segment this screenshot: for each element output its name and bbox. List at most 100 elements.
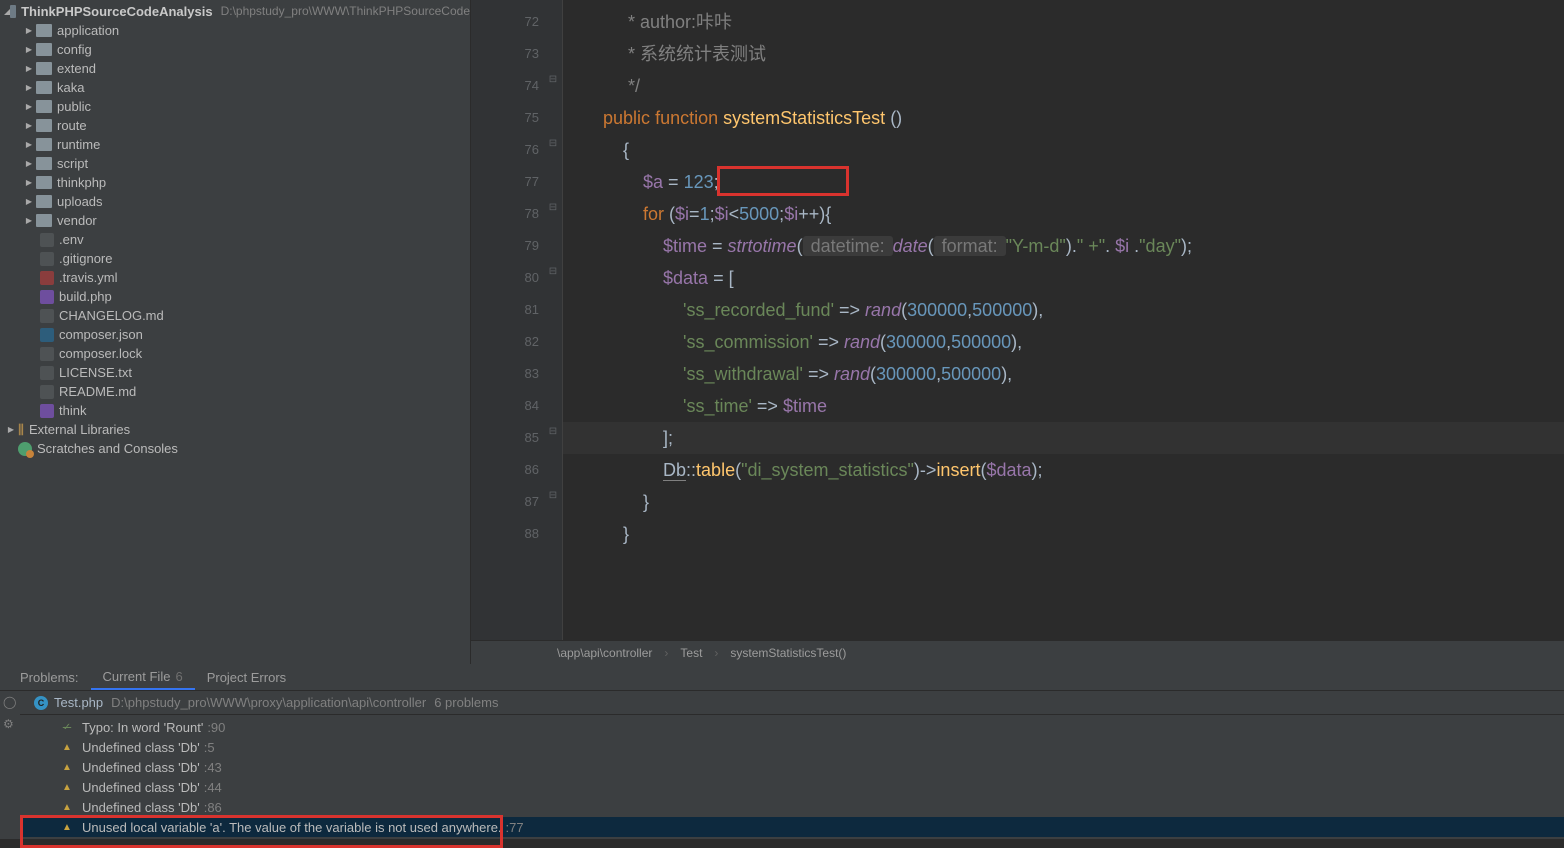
chevron-right-icon[interactable] (22, 119, 36, 133)
project-root[interactable]: ThinkPHPSourceCodeAnalysis D:\phpstudy_p… (0, 2, 470, 21)
line-number[interactable]: 80 (471, 262, 539, 294)
fold-mark-icon[interactable]: ⊟ (548, 490, 558, 500)
line-number[interactable]: 84 (471, 390, 539, 422)
tree-file[interactable]: .travis.yml (0, 268, 470, 287)
code-line[interactable]: * 系统统计表测试 (563, 38, 1564, 70)
tree-folder[interactable]: vendor (0, 211, 470, 230)
code-line[interactable]: */ (563, 70, 1564, 102)
code-editor[interactable]: ⊟ ⊟ ⊟ ⊟ ⊟ ⊟ 7273747576777879808182838485… (471, 0, 1564, 640)
tree-file[interactable]: composer.json (0, 325, 470, 344)
fold-column[interactable]: ⊟ ⊟ ⊟ ⊟ ⊟ ⊟ (545, 0, 563, 640)
code-line[interactable]: Db::table("di_system_statistics")->inser… (563, 454, 1564, 486)
fold-mark-icon[interactable]: ⊟ (548, 138, 558, 148)
tree-file[interactable]: composer.lock (0, 344, 470, 363)
tree-file[interactable]: .gitignore (0, 249, 470, 268)
tree-file[interactable]: README.md (0, 382, 470, 401)
tree-folder[interactable]: runtime (0, 135, 470, 154)
chevron-right-icon[interactable] (22, 81, 36, 95)
main-split: ThinkPHPSourceCodeAnalysis D:\phpstudy_p… (0, 0, 1564, 664)
problem-item[interactable]: Undefined class 'Db' :43 (20, 757, 1564, 777)
line-number[interactable]: 77 (471, 166, 539, 198)
chevron-right-icon[interactable] (22, 100, 36, 114)
line-number[interactable]: 75 (471, 102, 539, 134)
chevron-right-icon[interactable] (22, 62, 36, 76)
tree-folder[interactable]: thinkphp (0, 173, 470, 192)
tree-file[interactable]: think (0, 401, 470, 420)
code-line[interactable]: { (563, 134, 1564, 166)
problem-item[interactable]: Unused local variable 'a'. The value of … (20, 817, 1564, 837)
tree-file[interactable]: CHANGELOG.md (0, 306, 470, 325)
problem-item[interactable]: Undefined class 'Db' :86 (20, 797, 1564, 817)
chevron-right-icon[interactable] (4, 423, 18, 437)
chevron-right-icon[interactable] (22, 195, 36, 209)
fold-mark-icon[interactable]: ⊟ (548, 266, 558, 276)
tree-folder[interactable]: application (0, 21, 470, 40)
tree-folder[interactable]: script (0, 154, 470, 173)
code-line[interactable]: * author:咔咔 (563, 6, 1564, 38)
tree-file[interactable]: .env (0, 230, 470, 249)
scratches[interactable]: Scratches and Consoles (0, 439, 470, 458)
chevron-right-icon[interactable] (22, 214, 36, 228)
code-line[interactable]: 'ss_withdrawal' => rand(300000,500000), (563, 358, 1564, 390)
crumb-segment[interactable]: \app\api\controller (551, 646, 658, 660)
code-line[interactable]: 'ss_recorded_fund' => rand(300000,500000… (563, 294, 1564, 326)
code-line[interactable]: $time = strtotime( datetime: date( forma… (563, 230, 1564, 262)
line-number[interactable]: 83 (471, 358, 539, 390)
line-number[interactable]: 73 (471, 38, 539, 70)
fold-mark-icon[interactable]: ⊟ (548, 74, 558, 84)
code-line[interactable]: 'ss_time' => $time (563, 390, 1564, 422)
tree-file[interactable]: build.php (0, 287, 470, 306)
code-line[interactable]: } (563, 518, 1564, 550)
breadcrumb[interactable]: \app\api\controller › Test › systemStati… (471, 640, 1564, 664)
code-content[interactable]: * author:咔咔 * 系统统计表测试 */ public function… (563, 0, 1564, 640)
code-line[interactable]: for ($i=1;$i<5000;$i++){ (563, 198, 1564, 230)
chevron-right-icon[interactable] (22, 157, 36, 171)
settings-icon[interactable]: ⚙ (3, 717, 17, 731)
code-line[interactable]: $data = [ (563, 262, 1564, 294)
tree-folder[interactable]: uploads (0, 192, 470, 211)
line-number[interactable]: 76 (471, 134, 539, 166)
line-number[interactable]: 88 (471, 518, 539, 550)
tab-current-file[interactable]: Current File 6 (91, 664, 195, 690)
crumb-segment[interactable]: Test (674, 646, 708, 660)
chevron-right-icon[interactable] (22, 176, 36, 190)
crumb-segment[interactable]: systemStatisticsTest() (724, 646, 852, 660)
line-gutter[interactable]: ⊟ ⊟ ⊟ ⊟ ⊟ ⊟ 7273747576777879808182838485… (471, 0, 563, 640)
tree-folder[interactable]: kaka (0, 78, 470, 97)
line-number[interactable]: 85 (471, 422, 539, 454)
problems-panel: ◯ ⚙ C Test.php D:\phpstudy_pro\WWW\proxy… (0, 691, 1564, 839)
stop-icon[interactable]: ◯ (3, 695, 17, 709)
chevron-right-icon[interactable] (22, 138, 36, 152)
tree-folder[interactable]: route (0, 116, 470, 135)
project-sidebar[interactable]: ThinkPHPSourceCodeAnalysis D:\phpstudy_p… (0, 0, 471, 664)
fold-mark-icon[interactable]: ⊟ (548, 202, 558, 212)
tab-project-errors[interactable]: Project Errors (195, 664, 298, 690)
tree-file[interactable]: LICENSE.txt (0, 363, 470, 382)
code-line[interactable]: ]; (563, 422, 1564, 454)
line-number[interactable]: 79 (471, 230, 539, 262)
line-number[interactable]: 86 (471, 454, 539, 486)
chevron-right-icon[interactable] (22, 43, 36, 57)
code-line[interactable]: public function systemStatisticsTest () (563, 102, 1564, 134)
line-number[interactable]: 74 (471, 70, 539, 102)
problem-item[interactable]: Typo: In word 'Rount' :90 (20, 717, 1564, 737)
line-number[interactable]: 82 (471, 326, 539, 358)
code-line[interactable]: 'ss_commission' => rand(300000,500000), (563, 326, 1564, 358)
tree-folder[interactable]: config (0, 40, 470, 59)
line-number[interactable]: 72 (471, 6, 539, 38)
line-number[interactable]: 81 (471, 294, 539, 326)
chevron-right-icon[interactable] (22, 24, 36, 38)
problems-file-header[interactable]: C Test.php D:\phpstudy_pro\WWW\proxy\app… (20, 691, 1564, 715)
code-line[interactable]: $a = 123; (563, 166, 1564, 198)
line-number[interactable]: 87 (471, 486, 539, 518)
tree-folder[interactable]: public (0, 97, 470, 116)
problem-item[interactable]: Undefined class 'Db' :5 (20, 737, 1564, 757)
problem-item[interactable]: Undefined class 'Db' :44 (20, 777, 1564, 797)
code-line[interactable]: } (563, 486, 1564, 518)
tree-folder[interactable]: extend (0, 59, 470, 78)
external-libraries[interactable]: ⫼ External Libraries (0, 420, 470, 439)
project-name: ThinkPHPSourceCodeAnalysis (21, 2, 212, 21)
fold-mark-icon[interactable]: ⊟ (548, 426, 558, 436)
line-number[interactable]: 78 (471, 198, 539, 230)
typo-icon (60, 720, 74, 734)
